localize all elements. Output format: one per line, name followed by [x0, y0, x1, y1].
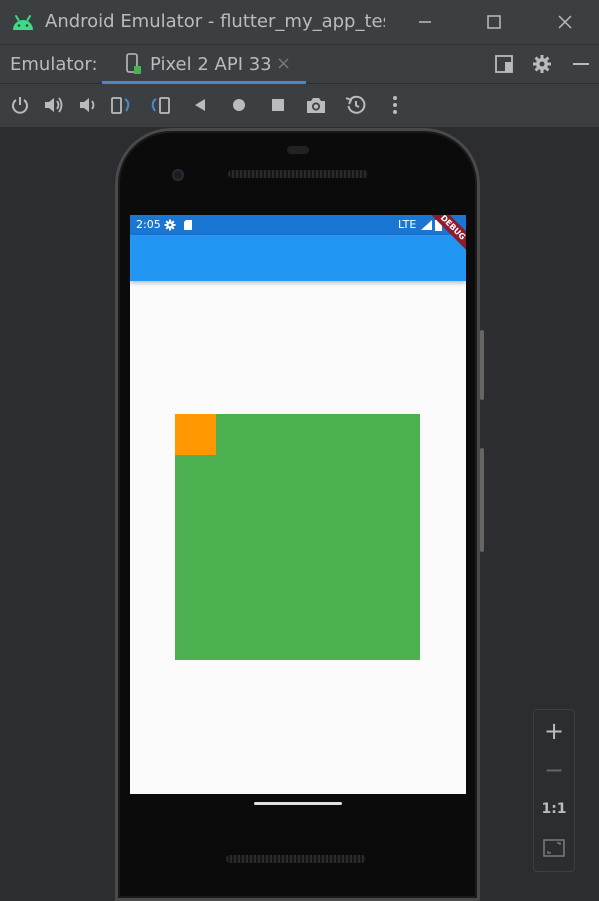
snapshot-icon — [345, 95, 366, 114]
back-icon — [195, 99, 205, 111]
status-time: 2:05 — [136, 218, 161, 231]
emulator-tab-bar: Emulator: Pixel 2 API 33 × — [0, 44, 599, 84]
tab-label: Pixel 2 API 33 — [150, 54, 272, 75]
sd-card-icon — [184, 220, 192, 230]
close-icon — [558, 15, 572, 29]
bottom-speaker — [226, 855, 366, 863]
rotate-right-button[interactable] — [147, 92, 173, 118]
camera-icon — [307, 98, 325, 113]
device-sensor — [287, 146, 309, 154]
power-icon — [12, 97, 28, 114]
app-bar — [130, 235, 466, 281]
minimize-icon — [419, 21, 431, 23]
rotate-left-button[interactable] — [109, 92, 135, 118]
snapshot-button[interactable] — [343, 92, 369, 118]
minimize-panel-icon[interactable] — [571, 54, 591, 74]
rotate-right-icon — [151, 97, 170, 114]
device-power-key[interactable] — [480, 330, 484, 400]
status-network: LTE — [398, 218, 417, 231]
volume-up-button[interactable] — [41, 92, 67, 118]
actual-size-button[interactable]: 1:1 — [534, 790, 574, 828]
maximize-window-button[interactable] — [479, 8, 509, 36]
device-screen[interactable]: 2:05 LTE DEBUG — [130, 215, 466, 794]
layout-icon[interactable] — [494, 54, 514, 74]
orange-box — [175, 414, 216, 455]
minimize-window-button[interactable] — [410, 8, 440, 36]
emulator-label: Emulator: — [10, 54, 98, 75]
window-title: Android Emulator - flutter_my_app_test — [45, 11, 385, 32]
power-button[interactable] — [7, 92, 33, 118]
maximize-icon — [487, 15, 501, 29]
rotate-left-icon — [111, 97, 130, 114]
settings-status-icon — [164, 219, 176, 231]
home-icon — [233, 99, 245, 111]
zoom-panel: + − 1:1 — [533, 709, 575, 872]
more-button[interactable] — [382, 92, 408, 118]
zoom-out-button[interactable]: − — [534, 751, 574, 789]
back-button[interactable] — [187, 92, 213, 118]
gear-icon[interactable] — [532, 54, 552, 74]
volume-down-icon — [80, 98, 95, 112]
zoom-in-button[interactable]: + — [534, 712, 574, 750]
screenshot-button[interactable] — [303, 92, 329, 118]
more-icon — [393, 96, 397, 114]
overview-icon — [272, 99, 284, 111]
status-bar: 2:05 LTE — [130, 215, 466, 235]
earpiece-speaker — [228, 170, 368, 178]
fit-screen-icon — [543, 839, 565, 857]
overview-button[interactable] — [265, 92, 291, 118]
volume-up-icon — [45, 97, 63, 113]
volume-down-button[interactable] — [75, 92, 101, 118]
phone-icon — [126, 53, 141, 74]
window-titlebar: Android Emulator - flutter_my_app_test — [0, 0, 599, 44]
device-volume-key[interactable] — [480, 448, 484, 552]
signal-icon — [421, 220, 432, 230]
close-window-button[interactable] — [550, 8, 580, 36]
android-icon — [13, 15, 33, 30]
fit-screen-button[interactable] — [534, 829, 574, 867]
emulator-toolbar — [0, 84, 599, 128]
front-camera — [172, 169, 184, 181]
gesture-home-bar[interactable] — [254, 802, 342, 805]
tab-close-icon[interactable]: × — [276, 53, 291, 74]
home-button[interactable] — [226, 92, 252, 118]
